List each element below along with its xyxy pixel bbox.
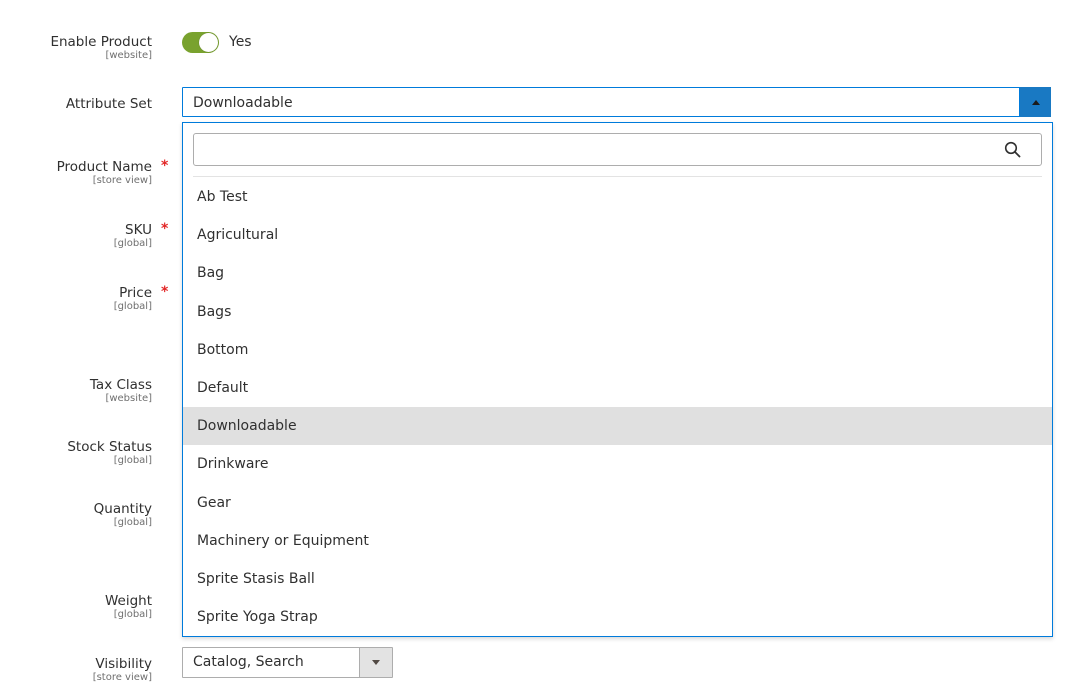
attribute-set-option[interactable]: Drinkware [183,445,1052,483]
caret-up-icon [1032,100,1040,105]
visibility-label: Visibility [store view] [93,656,152,683]
attribute-set-search-input[interactable] [200,138,984,162]
weight-label: Weight [global] [105,593,152,620]
attribute-set-option[interactable]: Gear [183,484,1052,522]
enable-product-label-text: Enable Product [50,34,152,50]
enable-product-toggle[interactable] [182,32,219,53]
visibility-dropdown-button[interactable] [359,648,392,677]
price-label-text: Price [119,285,152,301]
price-scope: [global] [113,301,152,312]
enable-product-toggle-text: Yes [229,34,252,50]
search-divider [193,176,1042,177]
attribute-set-option[interactable]: Bag [183,254,1052,292]
attribute-set-option[interactable]: Downloadable [183,407,1052,446]
enable-product-scope: [website] [105,50,152,61]
search-icon[interactable] [1004,141,1021,158]
quantity-label: Quantity [global] [94,501,152,528]
quantity-scope: [global] [113,517,152,528]
tax-class-label-text: Tax Class [89,377,152,393]
stock-status-scope: [global] [113,455,152,466]
attribute-set-options: Ab Test Agricultural Bag Bags Bottom Default D… [183,178,1052,636]
visibility-scope: [store view] [92,672,152,683]
product-name-label: Product Name [store view] [57,159,152,186]
sku-scope: [global] [113,238,152,249]
attribute-set-option[interactable]: Bottom [183,331,1052,369]
attribute-set-search-box[interactable] [193,133,1042,166]
attribute-set-option[interactable]: Machinery or Equipment [183,522,1052,560]
attribute-set-value: Downloadable [193,95,293,111]
toggle-knob [199,33,218,52]
stock-status-label-text: Stock Status [67,439,152,455]
attribute-set-option[interactable]: Bags [183,293,1052,331]
stock-status-label: Stock Status [global] [67,439,152,466]
enable-product-label: Enable Product [website] [50,34,152,61]
sku-label-text: SKU [125,222,152,238]
attribute-set-label: Attribute Set [66,96,152,112]
price-label: Price [global] [114,285,152,312]
tax-class-label: Tax Class [website] [90,377,152,404]
attribute-set-option[interactable]: Sprite Yoga Strap [183,598,1052,636]
attribute-set-option[interactable]: Default [183,369,1052,407]
price-required-marker: * [161,284,169,300]
weight-scope: [global] [113,609,152,620]
quantity-label-text: Quantity [93,501,152,517]
product-name-scope: [store view] [92,175,152,186]
product-name-label-text: Product Name [56,159,152,175]
visibility-label-text: Visibility [95,656,152,672]
attribute-set-dropdown: Ab Test Agricultural Bag Bags Bottom Default D… [182,122,1053,637]
sku-label: SKU [global] [114,222,152,249]
attribute-set-label-text: Attribute Set [65,96,152,112]
weight-label-text: Weight [104,593,152,609]
chevron-down-icon [372,660,380,665]
attribute-set-toggle-button[interactable] [1019,87,1051,117]
attribute-set-select[interactable]: Downloadable [182,87,1051,117]
sku-required-marker: * [161,221,169,237]
tax-class-scope: [website] [105,393,152,404]
visibility-value: Catalog, Search [193,654,304,670]
product-name-required-marker: * [161,158,169,174]
visibility-select[interactable]: Catalog, Search [182,647,393,678]
attribute-set-option[interactable]: Sprite Stasis Ball [183,560,1052,598]
attribute-set-option[interactable]: Agricultural [183,216,1052,254]
attribute-set-option[interactable]: Ab Test [183,178,1052,216]
